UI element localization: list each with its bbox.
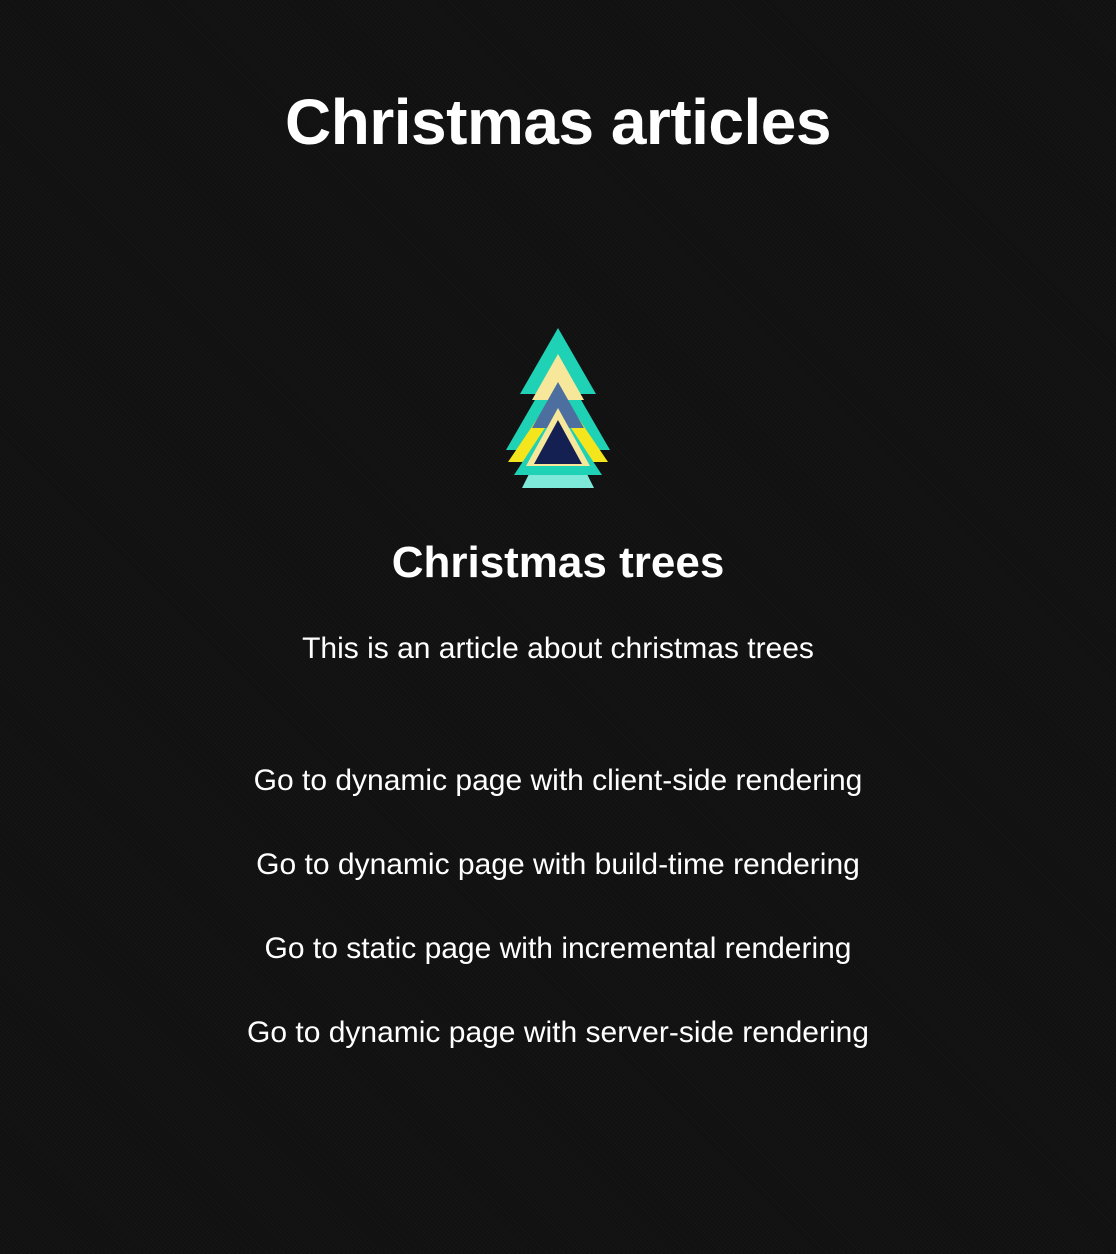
article-title: Christmas trees <box>391 538 725 587</box>
link-server-side-rendering[interactable]: Go to dynamic page with server-side rend… <box>247 1012 869 1054</box>
christmas-tree-icon <box>506 328 610 488</box>
list-item: Go to static page with incremental rende… <box>0 928 1116 1012</box>
link-build-time-rendering[interactable]: Go to dynamic page with build-time rende… <box>256 844 860 886</box>
list-item: Go to dynamic page with client-side rend… <box>0 760 1116 844</box>
navigation-links: Go to dynamic page with client-side rend… <box>0 760 1116 1096</box>
page: Christmas articles Christmas trees This … <box>0 0 1116 1254</box>
list-item: Go to dynamic page with build-time rende… <box>0 844 1116 928</box>
article-card <box>0 320 1116 500</box>
link-incremental-rendering[interactable]: Go to static page with incremental rende… <box>265 928 852 970</box>
page-title: Christmas articles <box>285 86 831 158</box>
link-client-side-rendering[interactable]: Go to dynamic page with client-side rend… <box>254 760 863 802</box>
article-description: This is an article about christmas trees <box>302 632 814 665</box>
list-item: Go to dynamic page with server-side rend… <box>0 1012 1116 1096</box>
